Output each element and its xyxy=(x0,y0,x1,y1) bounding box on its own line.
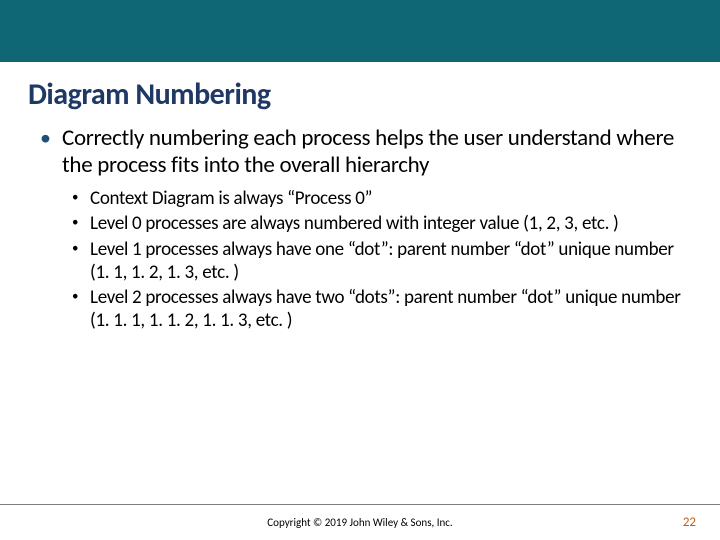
top-band xyxy=(0,0,720,62)
slide-content: Correctly numbering each process helps t… xyxy=(0,119,720,540)
slide: Diagram Numbering Correctly numbering ea… xyxy=(0,0,720,540)
copyright-text: Copyright © 2019 John Wiley & Sons, Inc. xyxy=(267,516,452,529)
page-number: 22 xyxy=(683,515,696,530)
main-bullet-text: Correctly numbering each process helps t… xyxy=(62,124,674,179)
sub-list: Context Diagram is always “Process 0” Le… xyxy=(62,187,688,332)
sub-bullet: Level 0 processes are always numbered wi… xyxy=(62,212,688,235)
footer: Copyright © 2019 John Wiley & Sons, Inc.… xyxy=(0,504,720,540)
slide-title: Diagram Numbering xyxy=(0,62,720,119)
sub-bullet: Level 1 processes always have one “dot”:… xyxy=(62,238,688,284)
sub-bullet: Level 2 processes always have two “dots”… xyxy=(62,286,688,332)
main-list: Correctly numbering each process helps t… xyxy=(32,125,688,332)
sub-bullet: Context Diagram is always “Process 0” xyxy=(62,187,688,210)
main-bullet: Correctly numbering each process helps t… xyxy=(32,125,688,332)
